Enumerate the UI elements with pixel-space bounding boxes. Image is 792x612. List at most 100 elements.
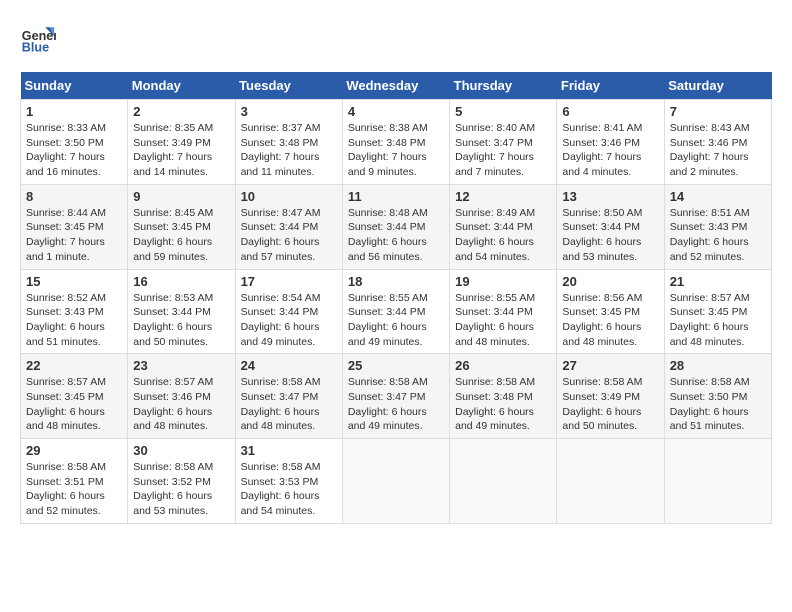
calendar-cell: 27 Sunrise: 8:58 AM Sunset: 3:49 PM Dayl…	[557, 354, 664, 439]
day-number: 31	[241, 443, 337, 458]
day-number: 1	[26, 104, 122, 119]
sunrise-label: Sunrise: 8:40 AM	[455, 122, 535, 134]
sunrise-label: Sunrise: 8:56 AM	[562, 292, 642, 304]
sunset-label: Sunset: 3:44 PM	[241, 221, 319, 233]
sunrise-label: Sunrise: 8:49 AM	[455, 207, 535, 219]
day-info: Sunrise: 8:49 AM Sunset: 3:44 PM Dayligh…	[455, 206, 551, 265]
calendar-cell	[557, 439, 664, 524]
calendar-week-row: 22 Sunrise: 8:57 AM Sunset: 3:45 PM Dayl…	[21, 354, 772, 439]
sunrise-label: Sunrise: 8:51 AM	[670, 207, 750, 219]
calendar-cell: 31 Sunrise: 8:58 AM Sunset: 3:53 PM Dayl…	[235, 439, 342, 524]
sunrise-label: Sunrise: 8:52 AM	[26, 292, 106, 304]
sunset-label: Sunset: 3:51 PM	[26, 476, 104, 488]
calendar-cell	[450, 439, 557, 524]
day-info: Sunrise: 8:58 AM Sunset: 3:50 PM Dayligh…	[670, 375, 766, 434]
sunrise-label: Sunrise: 8:55 AM	[455, 292, 535, 304]
day-number: 13	[562, 189, 658, 204]
sunset-label: Sunset: 3:48 PM	[348, 137, 426, 149]
calendar-cell: 26 Sunrise: 8:58 AM Sunset: 3:48 PM Dayl…	[450, 354, 557, 439]
day-info: Sunrise: 8:37 AM Sunset: 3:48 PM Dayligh…	[241, 121, 337, 180]
calendar-cell: 19 Sunrise: 8:55 AM Sunset: 3:44 PM Dayl…	[450, 269, 557, 354]
day-info: Sunrise: 8:58 AM Sunset: 3:49 PM Dayligh…	[562, 375, 658, 434]
daylight-label: Daylight: 7 hours and 14 minutes.	[133, 151, 212, 178]
sunset-label: Sunset: 3:45 PM	[26, 221, 104, 233]
calendar-cell: 2 Sunrise: 8:35 AM Sunset: 3:49 PM Dayli…	[128, 100, 235, 185]
sunset-label: Sunset: 3:53 PM	[241, 476, 319, 488]
calendar-cell: 1 Sunrise: 8:33 AM Sunset: 3:50 PM Dayli…	[21, 100, 128, 185]
day-number: 8	[26, 189, 122, 204]
sunset-label: Sunset: 3:44 PM	[348, 306, 426, 318]
calendar-cell: 7 Sunrise: 8:43 AM Sunset: 3:46 PM Dayli…	[664, 100, 771, 185]
day-number: 14	[670, 189, 766, 204]
calendar-cell: 10 Sunrise: 8:47 AM Sunset: 3:44 PM Dayl…	[235, 184, 342, 269]
day-number: 7	[670, 104, 766, 119]
day-number: 29	[26, 443, 122, 458]
calendar-cell: 3 Sunrise: 8:37 AM Sunset: 3:48 PM Dayli…	[235, 100, 342, 185]
daylight-label: Daylight: 6 hours and 48 minutes.	[455, 321, 534, 348]
sunset-label: Sunset: 3:47 PM	[455, 137, 533, 149]
sunset-label: Sunset: 3:48 PM	[455, 391, 533, 403]
day-number: 10	[241, 189, 337, 204]
calendar-cell: 23 Sunrise: 8:57 AM Sunset: 3:46 PM Dayl…	[128, 354, 235, 439]
day-number: 20	[562, 274, 658, 289]
day-info: Sunrise: 8:58 AM Sunset: 3:47 PM Dayligh…	[241, 375, 337, 434]
daylight-label: Daylight: 6 hours and 51 minutes.	[670, 406, 749, 433]
daylight-label: Daylight: 6 hours and 51 minutes.	[26, 321, 105, 348]
daylight-label: Daylight: 6 hours and 49 minutes.	[241, 321, 320, 348]
calendar-week-row: 15 Sunrise: 8:52 AM Sunset: 3:43 PM Dayl…	[21, 269, 772, 354]
day-number: 3	[241, 104, 337, 119]
daylight-label: Daylight: 6 hours and 48 minutes.	[241, 406, 320, 433]
sunrise-label: Sunrise: 8:43 AM	[670, 122, 750, 134]
sunset-label: Sunset: 3:48 PM	[241, 137, 319, 149]
day-info: Sunrise: 8:38 AM Sunset: 3:48 PM Dayligh…	[348, 121, 444, 180]
day-info: Sunrise: 8:58 AM Sunset: 3:53 PM Dayligh…	[241, 460, 337, 519]
day-number: 18	[348, 274, 444, 289]
sunset-label: Sunset: 3:46 PM	[133, 391, 211, 403]
sunrise-label: Sunrise: 8:45 AM	[133, 207, 213, 219]
sunrise-label: Sunrise: 8:53 AM	[133, 292, 213, 304]
daylight-label: Daylight: 7 hours and 11 minutes.	[241, 151, 320, 178]
sunset-label: Sunset: 3:50 PM	[670, 391, 748, 403]
sunrise-label: Sunrise: 8:57 AM	[26, 376, 106, 388]
calendar-week-row: 1 Sunrise: 8:33 AM Sunset: 3:50 PM Dayli…	[21, 100, 772, 185]
day-info: Sunrise: 8:57 AM Sunset: 3:45 PM Dayligh…	[670, 291, 766, 350]
calendar-cell: 8 Sunrise: 8:44 AM Sunset: 3:45 PM Dayli…	[21, 184, 128, 269]
day-info: Sunrise: 8:56 AM Sunset: 3:45 PM Dayligh…	[562, 291, 658, 350]
day-info: Sunrise: 8:45 AM Sunset: 3:45 PM Dayligh…	[133, 206, 229, 265]
calendar-cell: 29 Sunrise: 8:58 AM Sunset: 3:51 PM Dayl…	[21, 439, 128, 524]
page-header: General Blue	[20, 20, 772, 56]
day-info: Sunrise: 8:55 AM Sunset: 3:44 PM Dayligh…	[348, 291, 444, 350]
sunset-label: Sunset: 3:43 PM	[670, 221, 748, 233]
daylight-label: Daylight: 6 hours and 57 minutes.	[241, 236, 320, 263]
day-info: Sunrise: 8:57 AM Sunset: 3:46 PM Dayligh…	[133, 375, 229, 434]
calendar-cell: 15 Sunrise: 8:52 AM Sunset: 3:43 PM Dayl…	[21, 269, 128, 354]
day-number: 19	[455, 274, 551, 289]
day-info: Sunrise: 8:58 AM Sunset: 3:52 PM Dayligh…	[133, 460, 229, 519]
calendar-header-row: SundayMondayTuesdayWednesdayThursdayFrid…	[21, 72, 772, 100]
calendar-cell: 16 Sunrise: 8:53 AM Sunset: 3:44 PM Dayl…	[128, 269, 235, 354]
daylight-label: Daylight: 7 hours and 16 minutes.	[26, 151, 105, 178]
day-number: 26	[455, 358, 551, 373]
sunrise-label: Sunrise: 8:58 AM	[455, 376, 535, 388]
daylight-label: Daylight: 6 hours and 50 minutes.	[562, 406, 641, 433]
column-header-friday: Friday	[557, 72, 664, 100]
sunset-label: Sunset: 3:44 PM	[133, 306, 211, 318]
day-info: Sunrise: 8:47 AM Sunset: 3:44 PM Dayligh…	[241, 206, 337, 265]
calendar-cell: 25 Sunrise: 8:58 AM Sunset: 3:47 PM Dayl…	[342, 354, 449, 439]
sunrise-label: Sunrise: 8:58 AM	[26, 461, 106, 473]
daylight-label: Daylight: 6 hours and 49 minutes.	[455, 406, 534, 433]
calendar-cell: 28 Sunrise: 8:58 AM Sunset: 3:50 PM Dayl…	[664, 354, 771, 439]
day-info: Sunrise: 8:48 AM Sunset: 3:44 PM Dayligh…	[348, 206, 444, 265]
sunrise-label: Sunrise: 8:47 AM	[241, 207, 321, 219]
logo-icon: General Blue	[20, 20, 56, 56]
daylight-label: Daylight: 6 hours and 59 minutes.	[133, 236, 212, 263]
daylight-label: Daylight: 7 hours and 4 minutes.	[562, 151, 641, 178]
daylight-label: Daylight: 7 hours and 9 minutes.	[348, 151, 427, 178]
day-info: Sunrise: 8:40 AM Sunset: 3:47 PM Dayligh…	[455, 121, 551, 180]
calendar-cell: 12 Sunrise: 8:49 AM Sunset: 3:44 PM Dayl…	[450, 184, 557, 269]
sunrise-label: Sunrise: 8:50 AM	[562, 207, 642, 219]
daylight-label: Daylight: 6 hours and 50 minutes.	[133, 321, 212, 348]
day-number: 28	[670, 358, 766, 373]
daylight-label: Daylight: 6 hours and 48 minutes.	[133, 406, 212, 433]
day-info: Sunrise: 8:51 AM Sunset: 3:43 PM Dayligh…	[670, 206, 766, 265]
